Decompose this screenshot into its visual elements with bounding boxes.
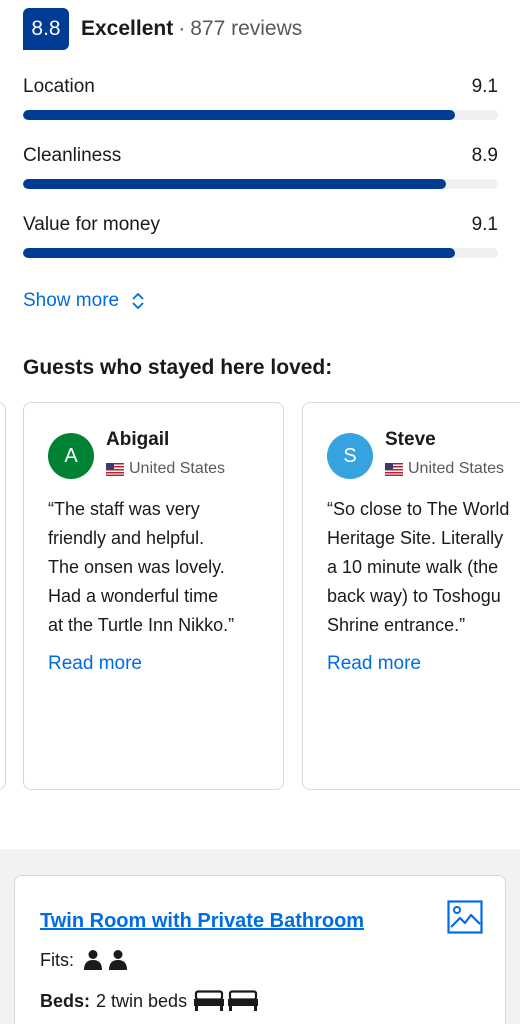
reviewer-name: Steve <box>385 429 436 450</box>
bed-icon <box>194 990 225 1011</box>
read-more-link[interactable]: Read more <box>48 653 142 675</box>
category-bar-fill <box>23 110 456 120</box>
quote-line: “The staff was very <box>48 499 200 519</box>
review-card: S Steve United States “So close to The W… <box>302 402 520 790</box>
room-beds: Beds: 2 twin beds <box>40 990 259 1012</box>
quote-line: “So close to The World <box>327 499 510 519</box>
category-label: Cleanliness <box>23 145 122 166</box>
category-label: Location <box>23 76 95 97</box>
review-count: 877 reviews <box>190 17 303 40</box>
quote-line: Had a wonderful time <box>48 586 219 606</box>
bed-icon <box>228 990 259 1011</box>
beds-label: Beds: <box>40 990 91 1011</box>
quote-line: Heritage Site. Literally <box>327 528 504 548</box>
quote-line: back way) to Toshogu <box>327 586 501 606</box>
review-card: A Abigail United States “The staff was v… <box>23 402 284 790</box>
photo-gallery-icon[interactable] <box>447 900 483 934</box>
category-bar-track <box>23 248 498 258</box>
expand-chevrons-icon <box>132 292 144 310</box>
rating-word: Excellent <box>81 17 174 40</box>
room-capacity: Fits: <box>40 949 129 971</box>
fits-label: Fits: <box>40 949 74 970</box>
country-label: United States <box>408 460 505 477</box>
reviewer-country: United States <box>385 460 504 478</box>
rating-summary: 8.8 Excellent · 877 reviews <box>23 8 302 50</box>
country-label: United States <box>129 460 226 477</box>
person-icon <box>84 950 102 970</box>
section-title: Guests who stayed here loved: <box>23 356 333 379</box>
room-card: Twin Room with Private Bathroom Fits: Be… <box>14 875 506 1024</box>
show-more-label: Show more <box>23 290 120 311</box>
quote-line: friendly and helpful. <box>48 528 205 548</box>
quote-line: Shrine entrance.” <box>327 615 466 635</box>
score-badge: 8.8 <box>23 8 69 50</box>
reviewer-name: Abigail <box>106 429 170 450</box>
previous-review-card[interactable] <box>0 402 6 790</box>
reviewer-country: United States <box>106 460 225 478</box>
beds-value: 2 twin beds <box>96 990 188 1011</box>
category-cleanliness: Cleanliness 8.9 <box>23 145 498 189</box>
category-location: Location 9.1 <box>23 76 498 120</box>
category-score: 9.1 <box>471 214 498 235</box>
avatar: S <box>327 433 373 479</box>
quote-line: a 10 minute walk (the <box>327 557 499 577</box>
category-bar-fill <box>23 248 456 258</box>
room-title-link[interactable]: Twin Room with Private Bathroom <box>40 910 364 933</box>
review-quote: “So close to The World Heritage Site. Li… <box>327 495 520 640</box>
us-flag-icon <box>385 462 403 476</box>
category-bar-track <box>23 110 498 120</box>
category-label: Value for money <box>23 214 160 235</box>
category-value-for-money: Value for money 9.1 <box>23 214 498 258</box>
rating-separator: · <box>178 17 186 40</box>
read-more-link[interactable]: Read more <box>327 653 421 675</box>
show-more-button[interactable]: Show more <box>23 290 145 312</box>
avatar: A <box>48 433 94 479</box>
quote-line: at the Turtle Inn Nikko.” <box>48 615 235 635</box>
quote-line: The onsen was lovely. <box>48 557 225 577</box>
category-bar-track <box>23 179 498 189</box>
person-icon <box>109 950 127 970</box>
category-bar-fill <box>23 179 446 189</box>
category-score: 9.1 <box>471 76 498 97</box>
category-score: 8.9 <box>471 145 498 166</box>
us-flag-icon <box>106 462 124 476</box>
review-quote: “The staff was very friendly and helpful… <box>48 495 283 640</box>
